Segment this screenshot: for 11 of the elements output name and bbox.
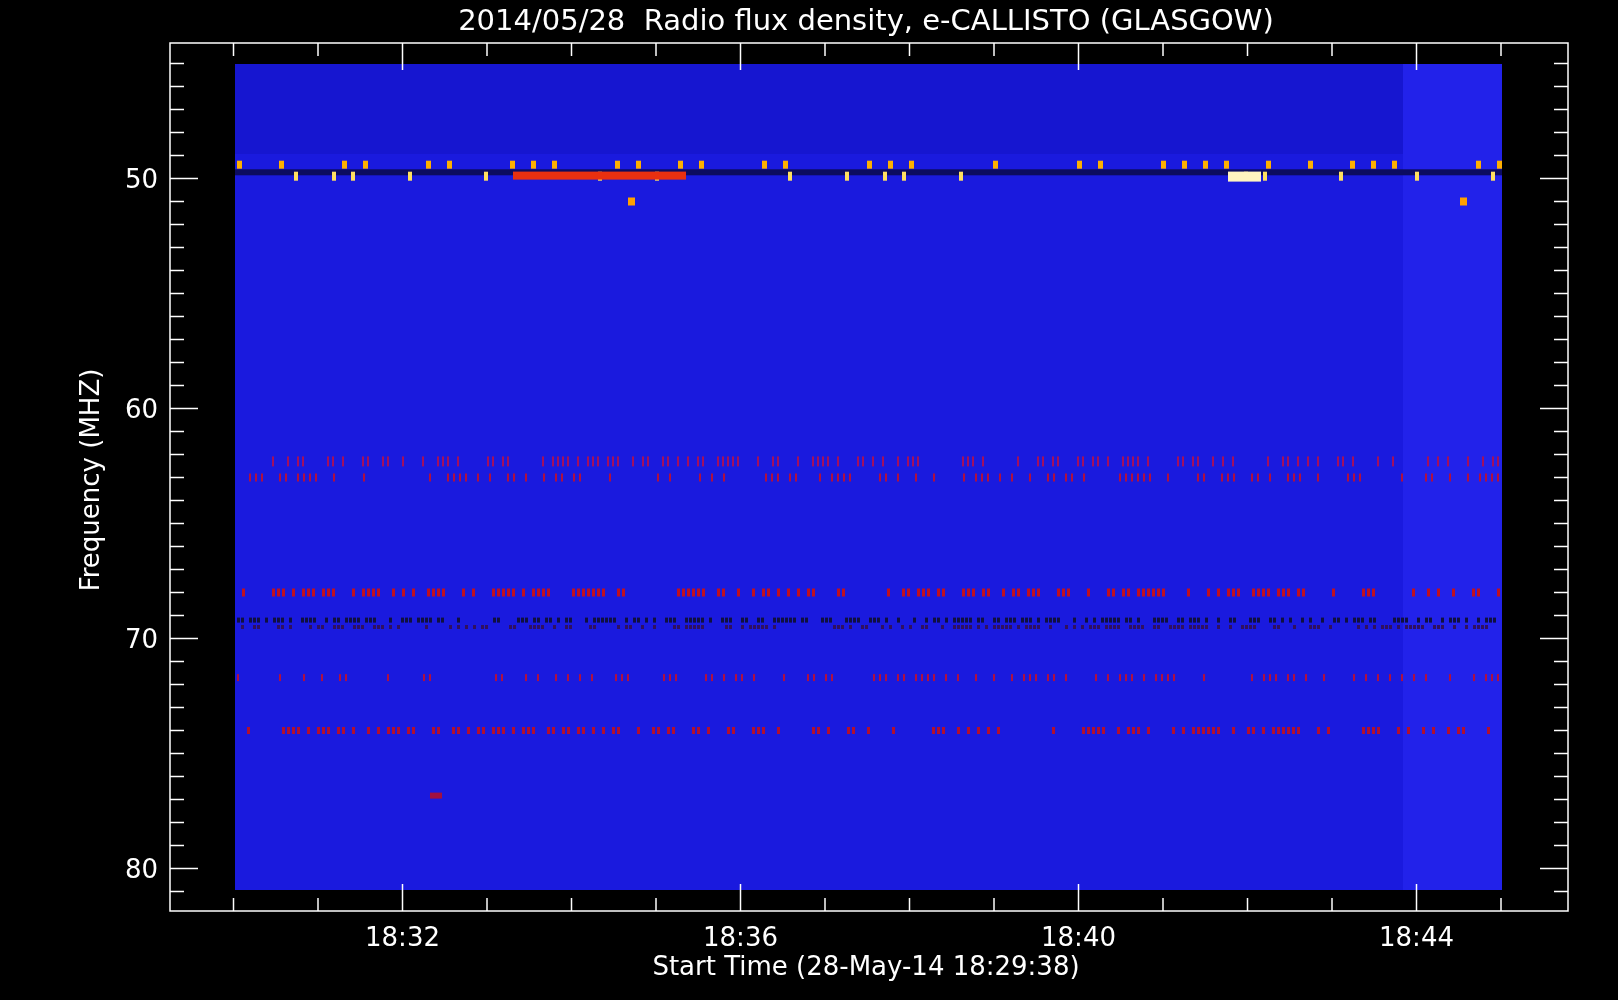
x-tick-label: 18:44 [1379, 922, 1454, 952]
chart-title: 2014/05/28 Radio flux density, e-CALLISTO (GLASGOW) [458, 3, 1274, 37]
x-tick-label: 18:32 [365, 922, 440, 952]
y-tick-label: 50 [124, 163, 158, 194]
y-axis-label: Frequency (MHZ) [75, 368, 105, 592]
x-tick-label: 18:40 [1041, 922, 1116, 952]
y-tick-label: 70 [124, 623, 158, 654]
x-tick-label: 18:36 [703, 922, 778, 952]
y-tick-label: 80 [124, 853, 158, 884]
y-tick-label: 60 [124, 393, 158, 424]
x-axis-label: Start Time (28-May-14 18:29:38) [652, 951, 1080, 981]
